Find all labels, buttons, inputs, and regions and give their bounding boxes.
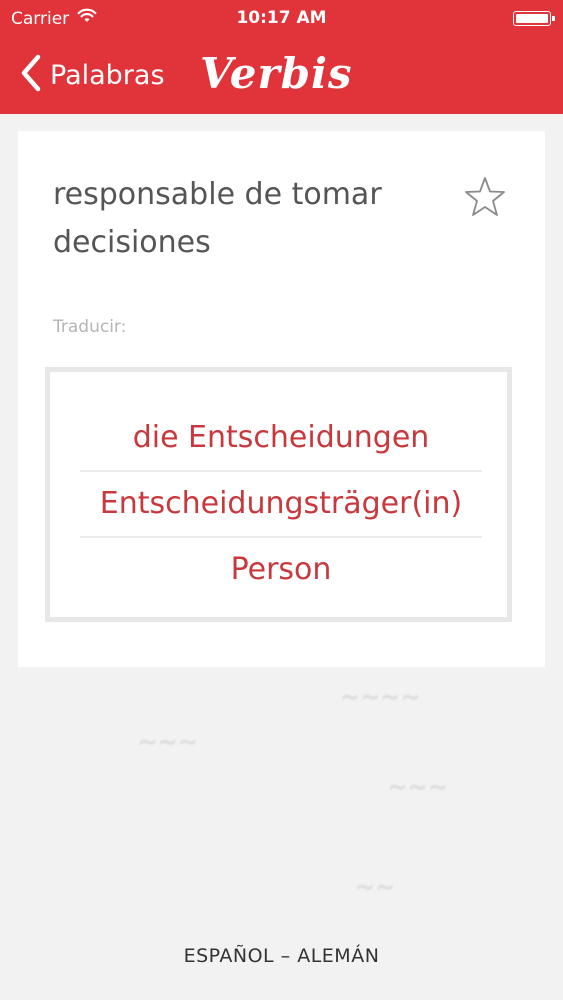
word-card: responsable de tomar decisiones Traducir…: [18, 131, 545, 667]
chevron-left-icon: [20, 54, 42, 96]
background-word: ~~~~: [340, 680, 421, 715]
language-pair-selector[interactable]: ESPAÑOL – ALEMÁN: [0, 945, 563, 967]
status-time: 10:17 AM: [236, 8, 327, 28]
background-word: ~~: [355, 870, 396, 905]
status-bar: Carrier 10:17 AM: [0, 0, 563, 38]
back-button[interactable]: Palabras: [20, 54, 165, 96]
translation-item[interactable]: Person: [80, 536, 482, 602]
battery-icon: [513, 11, 555, 26]
background-watermark: ~~~~ ~~~ ~~~ ~~: [0, 660, 563, 960]
header-bar: Carrier 10:17 AM Palabras Verbis: [0, 0, 563, 114]
translation-item[interactable]: die Entscheidungen: [80, 404, 482, 472]
star-icon[interactable]: [463, 175, 507, 219]
translate-label: Traducir:: [53, 317, 127, 337]
back-label: Palabras: [50, 59, 165, 91]
app-logo: Verbis: [200, 49, 353, 98]
translation-item[interactable]: Entscheidungsträger(in): [80, 470, 482, 538]
word-title: responsable de tomar decisiones: [53, 177, 382, 260]
background-word: ~~~: [137, 725, 198, 760]
translations-box: die Entscheidungen Entscheidungsträger(i…: [45, 367, 512, 622]
background-word: ~~~: [387, 770, 448, 805]
